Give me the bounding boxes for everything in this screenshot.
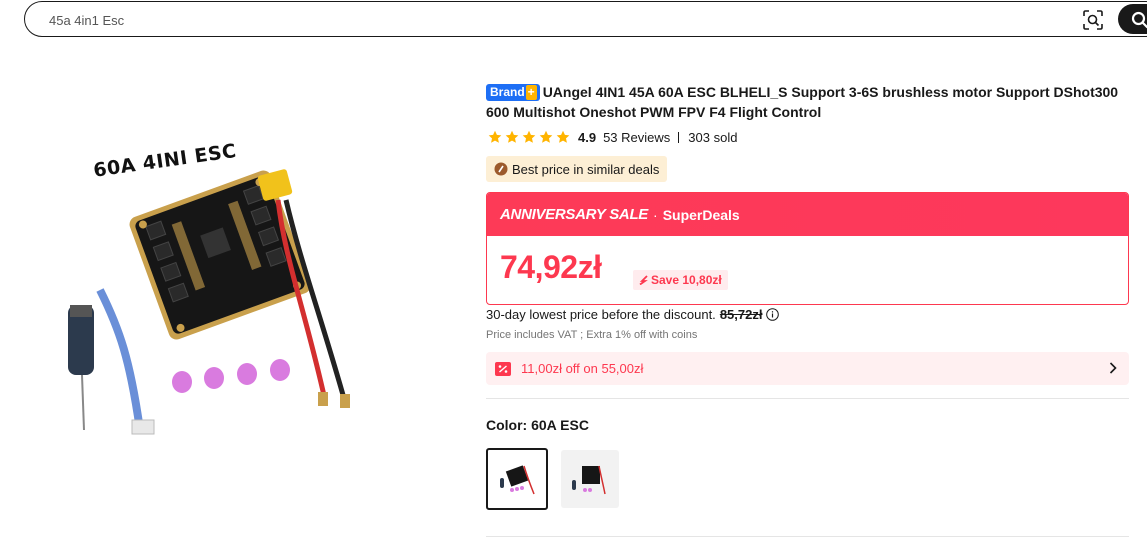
save-tag: Save 10,80zł <box>633 270 728 290</box>
color-swatch-selected[interactable] <box>486 448 548 510</box>
save-text: Save 10,80zł <box>651 273 722 287</box>
product-title-text: UAngel 4IN1 45A 60A ESC BLHELI_S Support… <box>486 84 1119 120</box>
sale-name: ANNIVERSARY SALE <box>500 206 649 223</box>
best-price-tag: Best price in similar deals <box>486 156 668 182</box>
star-icon <box>522 130 536 143</box>
chevron-right-icon <box>1109 362 1117 374</box>
coupon-row[interactable]: 11,00zł off on 55,00zł <box>486 352 1129 385</box>
search-bar <box>24 1 1147 37</box>
lowest-price-row: 30-day lowest price before the discount.… <box>486 307 780 322</box>
brand-badge[interactable]: Brand + <box>486 84 540 101</box>
camera-search-icon[interactable] <box>1082 9 1104 31</box>
search-icon <box>1131 11 1147 29</box>
rating-row: 4.9 53 Reviews 303 sold <box>488 128 737 146</box>
search-button[interactable] <box>1118 4 1147 34</box>
sale-dot: · <box>653 206 658 223</box>
star-icon <box>539 130 553 143</box>
divider <box>486 398 1129 399</box>
price: 74,92zł <box>500 249 602 285</box>
search-input[interactable] <box>49 11 949 29</box>
star-icon <box>488 130 502 143</box>
sale-header: ANNIVERSARY SALE · SuperDeals <box>487 193 1128 236</box>
color-label: Color: 60A ESC <box>486 417 589 433</box>
product-title: Brand + UAngel 4IN1 45A 60A ESC BLHELI_S S… <box>486 82 1126 122</box>
coupon-icon <box>495 361 511 376</box>
coin-icon <box>494 162 508 176</box>
star-icon <box>556 130 570 143</box>
lowest-price-text: 30-day lowest price before the discount. <box>486 307 716 322</box>
best-price-text: Best price in similar deals <box>512 161 660 177</box>
rating-value: 4.9 <box>578 129 597 145</box>
separator <box>678 131 680 143</box>
divider <box>486 536 1129 537</box>
save-arrow-icon <box>639 275 648 285</box>
original-price: 85,72zł <box>719 307 763 322</box>
star-icon <box>505 130 519 143</box>
sold-count: 303 sold <box>688 129 738 145</box>
star-rating <box>488 130 570 144</box>
reviews-link[interactable]: 53 Reviews <box>603 130 670 145</box>
coupon-text: 11,00zł off on 55,00zł <box>521 361 644 376</box>
sale-box: ANNIVERSARY SALE · SuperDeals 74,92zł Sa… <box>486 192 1129 305</box>
color-swatch[interactable] <box>561 450 619 508</box>
superdeals-label[interactable]: SuperDeals <box>663 207 740 223</box>
info-icon[interactable] <box>766 308 780 321</box>
vat-note: Price includes VAT ; Extra 1% off with c… <box>486 329 698 341</box>
